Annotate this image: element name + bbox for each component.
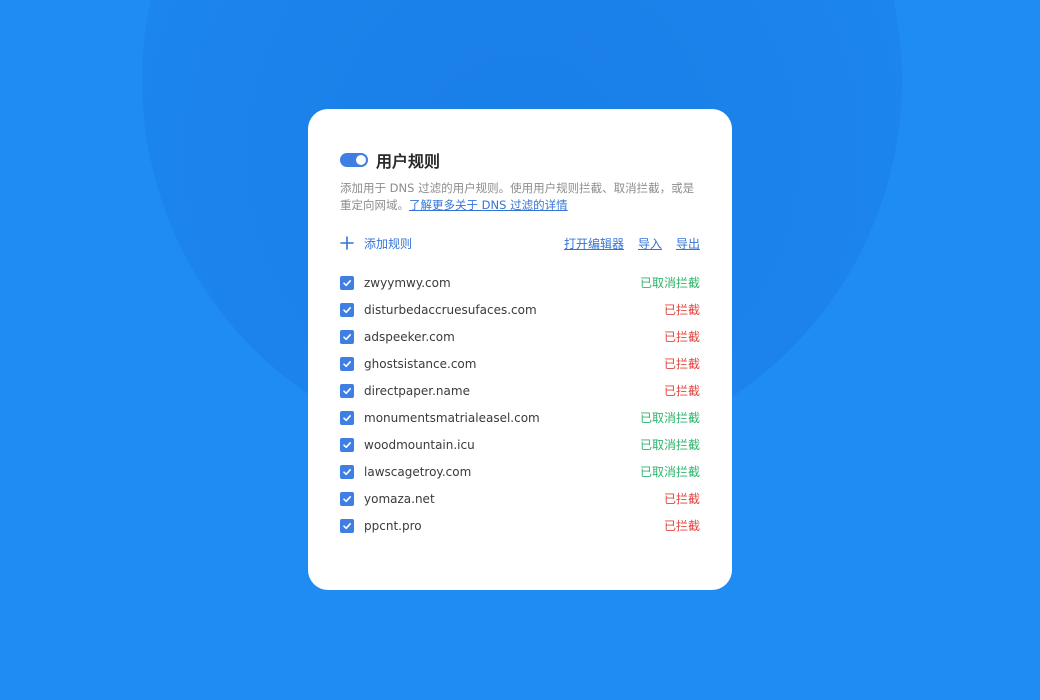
rule-checkbox[interactable] [340, 302, 354, 317]
toolbar-links: 打开编辑器 导入 导出 [564, 235, 700, 252]
actions-bar: 添加规则 打开编辑器 导入 导出 [340, 234, 700, 252]
header: 用户规则 [340, 149, 700, 171]
rule-domain: monumentsmatrialeasel.com [364, 410, 540, 425]
user-rules-toggle[interactable] [340, 153, 368, 167]
rule-status: 已拦截 [663, 357, 700, 371]
rule-checkbox[interactable] [340, 437, 354, 452]
rule-row: zwyymwy.com 已取消拦截 [340, 269, 700, 296]
rule-domain: yomaza.net [364, 491, 435, 506]
rule-row: directpaper.name 已拦截 [340, 377, 700, 404]
checkmark-icon [343, 387, 351, 394]
rule-checkbox[interactable] [340, 329, 354, 344]
open-editor-link[interactable]: 打开编辑器 [564, 235, 624, 252]
checkmark-icon [343, 522, 351, 529]
rule-status: 已拦截 [663, 330, 700, 344]
import-link[interactable]: 导入 [638, 235, 662, 252]
checkmark-icon [343, 441, 351, 448]
rule-row: adspeeker.com 已拦截 [340, 323, 700, 350]
rule-row: yomaza.net 已拦截 [340, 485, 700, 512]
rule-row: monumentsmatrialeasel.com 已取消拦截 [340, 404, 700, 431]
rule-checkbox[interactable] [340, 356, 354, 371]
description: 添加用于 DNS 过滤的用户规则。使用用户规则拦截、取消拦截，或是重定向网域。了… [340, 180, 700, 214]
export-link[interactable]: 导出 [676, 235, 700, 252]
user-rules-card: 用户规则 添加用于 DNS 过滤的用户规则。使用用户规则拦截、取消拦截，或是重定… [308, 109, 732, 590]
rule-status: 已取消拦截 [639, 276, 700, 290]
plus-icon [340, 236, 354, 250]
page-title: 用户规则 [376, 152, 441, 171]
rule-domain: disturbedaccruesufaces.com [364, 302, 537, 317]
rule-status: 已取消拦截 [639, 465, 700, 479]
rule-checkbox[interactable] [340, 383, 354, 398]
rule-status: 已取消拦截 [639, 438, 700, 452]
rule-domain: zwyymwy.com [364, 275, 451, 290]
checkmark-icon [343, 468, 351, 475]
rule-row: ppcnt.pro 已拦截 [340, 512, 700, 539]
rule-domain: adspeeker.com [364, 329, 455, 344]
rule-status: 已拦截 [663, 492, 700, 506]
rule-row: lawscagetroy.com 已取消拦截 [340, 458, 700, 485]
checkmark-icon [343, 414, 351, 421]
rule-row: disturbedaccruesufaces.com 已拦截 [340, 296, 700, 323]
rule-checkbox[interactable] [340, 410, 354, 425]
checkmark-icon [343, 306, 351, 313]
rule-status: 已拦截 [663, 303, 700, 317]
rules-list: zwyymwy.com 已取消拦截 disturbedaccruesufaces.c… [340, 269, 700, 539]
checkmark-icon [343, 279, 351, 286]
checkmark-icon [343, 333, 351, 340]
rule-domain: directpaper.name [364, 383, 470, 398]
checkmark-icon [343, 495, 351, 502]
rule-domain: ghostsistance.com [364, 356, 477, 371]
checkmark-icon [343, 360, 351, 367]
rule-status: 已拦截 [663, 519, 700, 533]
rule-status: 已取消拦截 [639, 411, 700, 425]
rule-domain: woodmountain.icu [364, 437, 475, 452]
rule-checkbox[interactable] [340, 275, 354, 290]
rule-checkbox[interactable] [340, 518, 354, 533]
rule-row: ghostsistance.com 已拦截 [340, 350, 700, 377]
add-rule-label: 添加规则 [364, 236, 413, 251]
add-rule-button[interactable]: 添加规则 [340, 235, 412, 252]
rule-checkbox[interactable] [340, 464, 354, 479]
rule-domain: lawscagetroy.com [364, 464, 472, 479]
rule-domain: ppcnt.pro [364, 518, 422, 533]
rule-checkbox[interactable] [340, 491, 354, 506]
learn-more-link[interactable]: 了解更多关于 DNS 过滤的详情 [409, 198, 568, 212]
rule-status: 已拦截 [663, 384, 700, 398]
toggle-knob [356, 155, 366, 165]
rule-row: woodmountain.icu 已取消拦截 [340, 431, 700, 458]
